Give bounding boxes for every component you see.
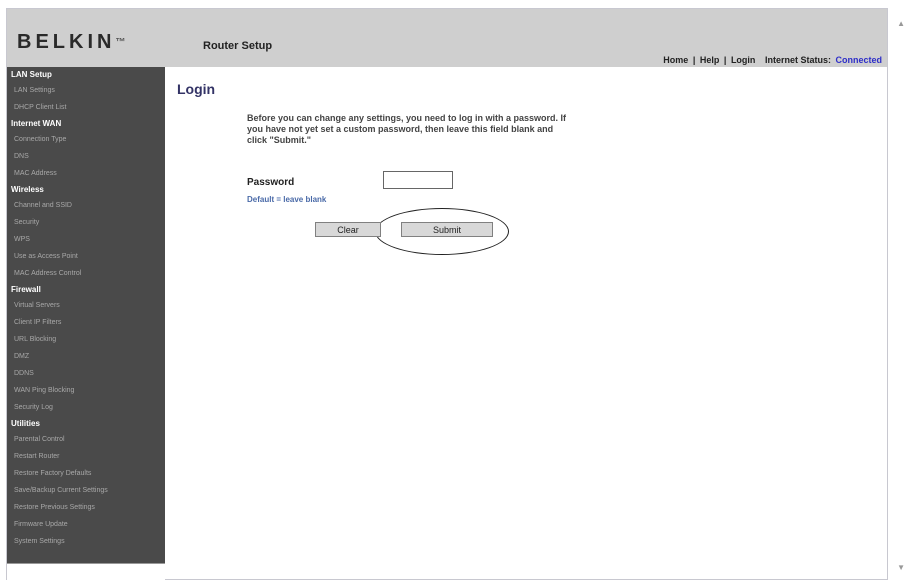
sidebar-item-virtual-servers[interactable]: Virtual Servers — [7, 297, 165, 314]
sidebar-item-restore-previous[interactable]: Restore Previous Settings — [7, 499, 165, 516]
sidebar-item-dns[interactable]: DNS — [7, 148, 165, 165]
login-instructions: Before you can change any settings, you … — [247, 113, 567, 145]
nav-home-link[interactable]: Home — [663, 55, 688, 65]
sidebar-item-mac-address-control[interactable]: MAC Address Control — [7, 265, 165, 282]
sidebar-section-firewall[interactable]: Firewall — [7, 282, 165, 297]
sidebar-item-wan-ping-blocking[interactable]: WAN Ping Blocking — [7, 382, 165, 399]
header-bar: BELKIN™ Router Setup Home | Help | Login… — [7, 9, 887, 67]
sidebar-footer — [7, 563, 165, 580]
main-content: Login Before you can change any settings… — [165, 67, 887, 579]
sidebar-section-utilities[interactable]: Utilities — [7, 416, 165, 431]
scroll-up-arrow-icon[interactable]: ▲ — [897, 19, 904, 28]
sidebar-item-save-backup[interactable]: Save/Backup Current Settings — [7, 482, 165, 499]
sidebar-item-client-ip-filters[interactable]: Client IP Filters — [7, 314, 165, 331]
nav-separator: | — [723, 55, 727, 65]
sidebar: LAN Setup LAN Settings DHCP Client List … — [7, 67, 165, 563]
sidebar-item-restore-defaults[interactable]: Restore Factory Defaults — [7, 465, 165, 482]
sidebar-item-security-log[interactable]: Security Log — [7, 399, 165, 416]
sidebar-item-firmware-update[interactable]: Firmware Update — [7, 516, 165, 533]
sidebar-item-security[interactable]: Security — [7, 214, 165, 231]
nav-login-link[interactable]: Login — [731, 55, 756, 65]
page-title: Login — [177, 81, 216, 97]
nav-separator: | — [692, 55, 696, 65]
sidebar-section-wireless[interactable]: Wireless — [7, 182, 165, 197]
nav-help-link[interactable]: Help — [700, 55, 720, 65]
password-label: Password — [247, 177, 295, 188]
password-input[interactable] — [383, 171, 453, 189]
sidebar-item-access-point[interactable]: Use as Access Point — [7, 248, 165, 265]
sidebar-item-mac-address[interactable]: MAC Address — [7, 165, 165, 182]
internet-status-value: Connected — [835, 55, 882, 65]
scroll-down-arrow-icon[interactable]: ▼ — [897, 563, 904, 572]
brand-name: BELKIN — [17, 31, 116, 53]
brand-mark: ™ — [115, 37, 126, 49]
browser-frame: BELKIN™ Router Setup Home | Help | Login… — [6, 8, 904, 580]
sidebar-item-channel-ssid[interactable]: Channel and SSID — [7, 197, 165, 214]
belkin-logo: BELKIN™ — [17, 31, 125, 54]
submit-button[interactable]: Submit — [401, 222, 493, 237]
page-app-title: Router Setup — [203, 40, 273, 52]
sidebar-item-ddns[interactable]: DDNS — [7, 365, 165, 382]
sidebar-item-wps[interactable]: WPS — [7, 231, 165, 248]
sidebar-item-connection-type[interactable]: Connection Type — [7, 131, 165, 148]
clear-button[interactable]: Clear — [315, 222, 381, 237]
sidebar-item-system-settings[interactable]: System Settings — [7, 533, 165, 550]
sidebar-item-url-blocking[interactable]: URL Blocking — [7, 331, 165, 348]
sidebar-section-lan-setup[interactable]: LAN Setup — [7, 67, 165, 82]
default-password-note: Default = leave blank — [247, 195, 327, 204]
internet-status-label: Internet Status: — [764, 55, 831, 65]
sidebar-item-dhcp-client-list[interactable]: DHCP Client List — [7, 99, 165, 116]
sidebar-section-internet-wan[interactable]: Internet WAN — [7, 116, 165, 131]
sidebar-item-restart-router[interactable]: Restart Router — [7, 448, 165, 465]
top-nav: Home | Help | Login Internet Status: Con… — [662, 55, 883, 65]
sidebar-item-parental-control[interactable]: Parental Control — [7, 431, 165, 448]
sidebar-item-lan-settings[interactable]: LAN Settings — [7, 82, 165, 99]
sidebar-item-dmz[interactable]: DMZ — [7, 348, 165, 365]
